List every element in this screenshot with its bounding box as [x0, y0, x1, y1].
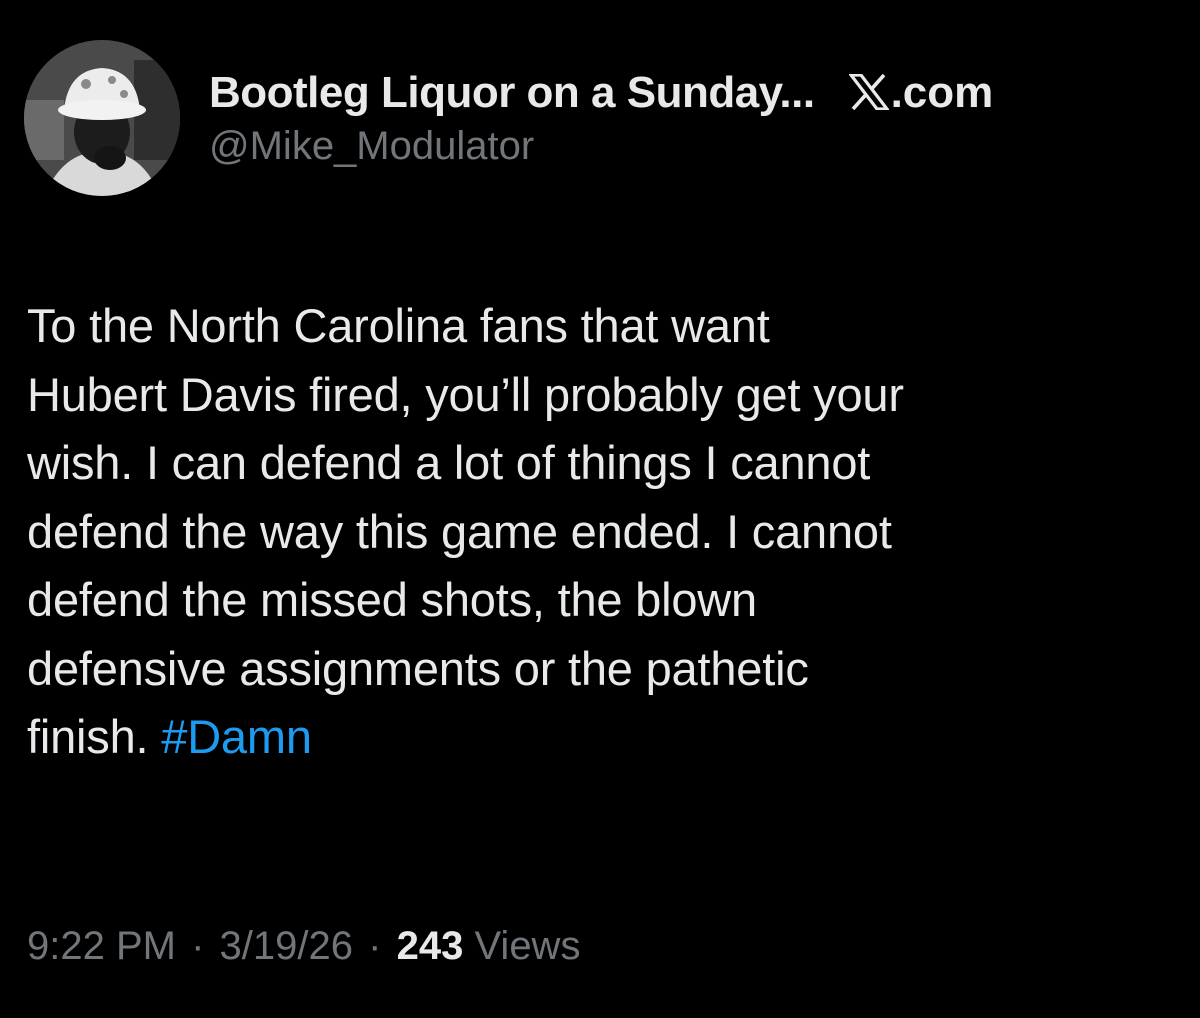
tweet-time[interactable]: 9:22 PM — [27, 924, 176, 968]
tweet-last-line-text: finish. — [27, 710, 149, 763]
hashtag-link[interactable]: #Damn — [161, 710, 312, 763]
meta-separator: · — [368, 924, 382, 968]
tweet-line: defend the missed shots, the blown — [27, 573, 757, 626]
tweet-line: defensive assignments or the pathetic — [27, 641, 809, 695]
tweet-header: Bootleg Liquor on a Sunday... .com @Mike… — [24, 40, 1174, 200]
name-row: Bootleg Liquor on a Sunday... .com — [209, 68, 1169, 118]
x-domain-suffix: .com — [890, 68, 994, 117]
tweet-line: To the North Carolina fans that want — [27, 299, 770, 352]
author-identity: Bootleg Liquor on a Sunday... .com @Mike… — [209, 68, 1169, 169]
x-logo-icon — [848, 74, 889, 110]
views-label: Views — [474, 924, 581, 968]
author-display-name[interactable]: Bootleg Liquor on a Sunday... — [209, 68, 815, 118]
author-handle[interactable]: @Mike_Modulator — [209, 124, 1169, 169]
meta-separator: · — [191, 924, 205, 968]
tweet-line: wish. I can defend a lot of things I can… — [27, 436, 871, 489]
x-com-brand: .com — [848, 68, 994, 118]
tweet-meta: 9:22 PM · 3/19/26 · 243 Views — [27, 924, 580, 969]
tweet-card: Bootleg Liquor on a Sunday... .com @Mike… — [0, 0, 1200, 1018]
tweet-line: defend the way this game ended. I cannot — [27, 504, 892, 558]
tweet-date[interactable]: 3/19/26 — [220, 924, 353, 968]
avatar-photo-icon — [24, 40, 180, 196]
tweet-line-last: finish. #Damn — [27, 703, 1177, 772]
tweet-line: Hubert Davis fired, you’ll probably get … — [27, 367, 904, 421]
tweet-text: To the North Carolina fans that want Hub… — [27, 292, 1177, 772]
views-count[interactable]: 243 — [397, 924, 464, 968]
avatar[interactable] — [24, 40, 180, 196]
